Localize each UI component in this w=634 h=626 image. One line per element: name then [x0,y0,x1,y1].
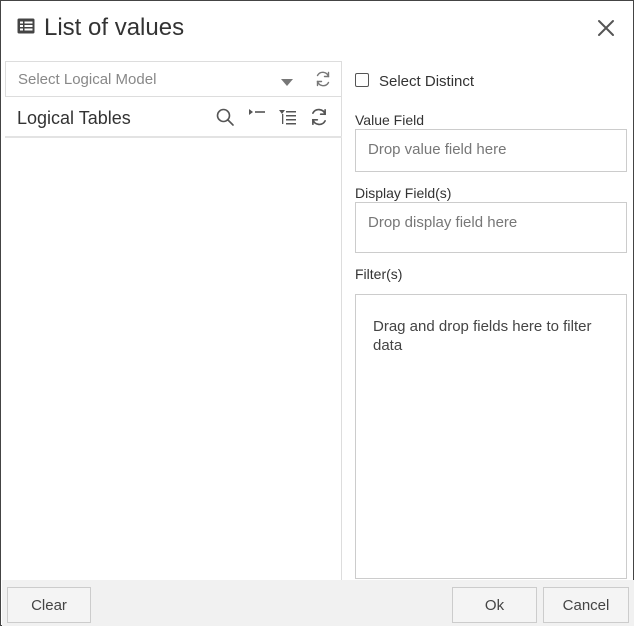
close-icon [595,20,617,43]
field-config-panel: Select Distinct Value Field Drop value f… [343,61,634,580]
logical-tables-tree[interactable] [5,139,341,580]
filters-label: Filter(s) [355,266,403,282]
close-button[interactable] [595,17,617,39]
logical-model-placeholder: Select Logical Model [18,71,157,88]
logical-tables-header: Logical Tables [5,97,342,138]
refresh-icon[interactable] [309,107,329,127]
value-field-dropzone[interactable]: Drop value field here [355,129,627,172]
dialog-footer: Clear Ok Cancel [2,580,634,626]
collapse-all-icon[interactable] [247,107,267,127]
search-icon[interactable] [215,107,235,127]
list-of-values-dialog: List of values Select Logical Model Logi… [0,0,634,626]
filters-dropzone[interactable]: Drag and drop fields here to filter data [355,294,627,579]
cancel-button[interactable]: Cancel [543,587,629,623]
caret-down-icon[interactable] [281,75,293,86]
value-field-placeholder: Drop value field here [368,141,507,158]
select-distinct-label: Select Distinct [379,73,475,90]
list-table-icon [17,18,35,34]
dialog-title: List of values [44,14,185,41]
logical-model-panel: Select Logical Model Logical Tables [5,61,342,580]
display-field-placeholder: Drop display field here [368,214,518,231]
value-field-label: Value Field [355,112,425,128]
display-field-label: Display Field(s) [355,185,452,201]
expand-all-icon[interactable] [278,107,298,127]
clear-button[interactable]: Clear [7,587,91,623]
logical-tables-label: Logical Tables [17,108,131,128]
filters-placeholder: Drag and drop fields here to filter data [373,318,592,354]
refresh-icon[interactable] [314,70,332,88]
ok-button[interactable]: Ok [452,587,537,623]
checkbox-box[interactable] [355,73,369,87]
display-field-dropzone[interactable]: Drop display field here [355,202,627,253]
logical-model-select[interactable]: Select Logical Model [5,61,342,97]
